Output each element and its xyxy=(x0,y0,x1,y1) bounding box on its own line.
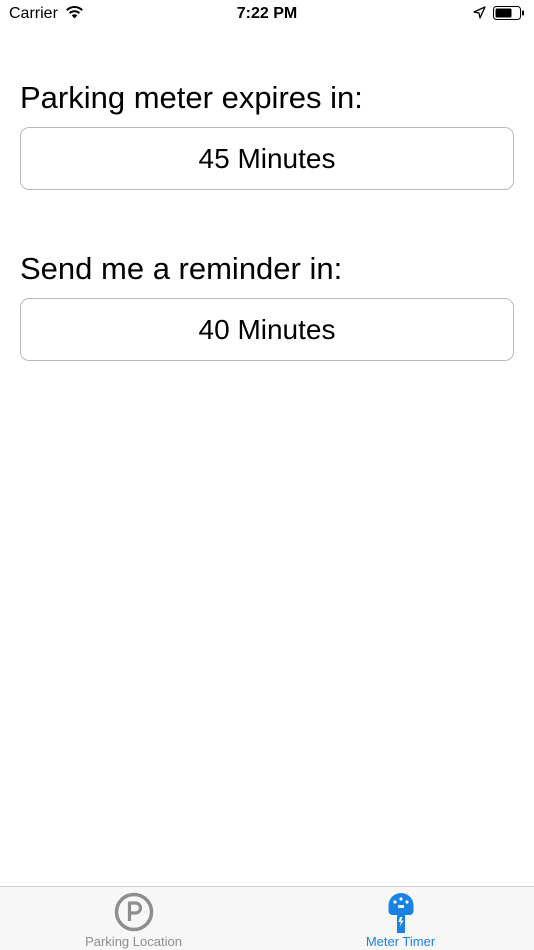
reminder-label: Send me a reminder in: xyxy=(20,251,343,286)
meter-timer-screen: Carrier 7:22 PM Parking meter expires in… xyxy=(0,0,534,950)
tab-label-meter-timer: Meter Timer xyxy=(365,934,436,949)
expires-time-field[interactable]: 45 Minutes xyxy=(20,127,514,190)
reminder-time-field[interactable]: 40 Minutes xyxy=(20,298,514,361)
status-bar: Carrier 7:22 PM xyxy=(0,0,534,28)
location-arrow-icon xyxy=(473,6,486,24)
tab-parking-location[interactable]: Parking Location xyxy=(0,887,267,950)
tab-label-parking-location: Parking Location xyxy=(85,934,182,949)
tab-bar: Parking Location Meter Timer xyxy=(0,886,534,950)
tab-meter-timer[interactable]: Meter Timer xyxy=(267,887,534,950)
parking-icon xyxy=(114,892,154,937)
status-time: 7:22 PM xyxy=(236,5,298,22)
expires-label: Parking meter expires in: xyxy=(20,80,363,115)
parking-meter-icon xyxy=(387,892,415,939)
battery-icon xyxy=(493,6,525,25)
